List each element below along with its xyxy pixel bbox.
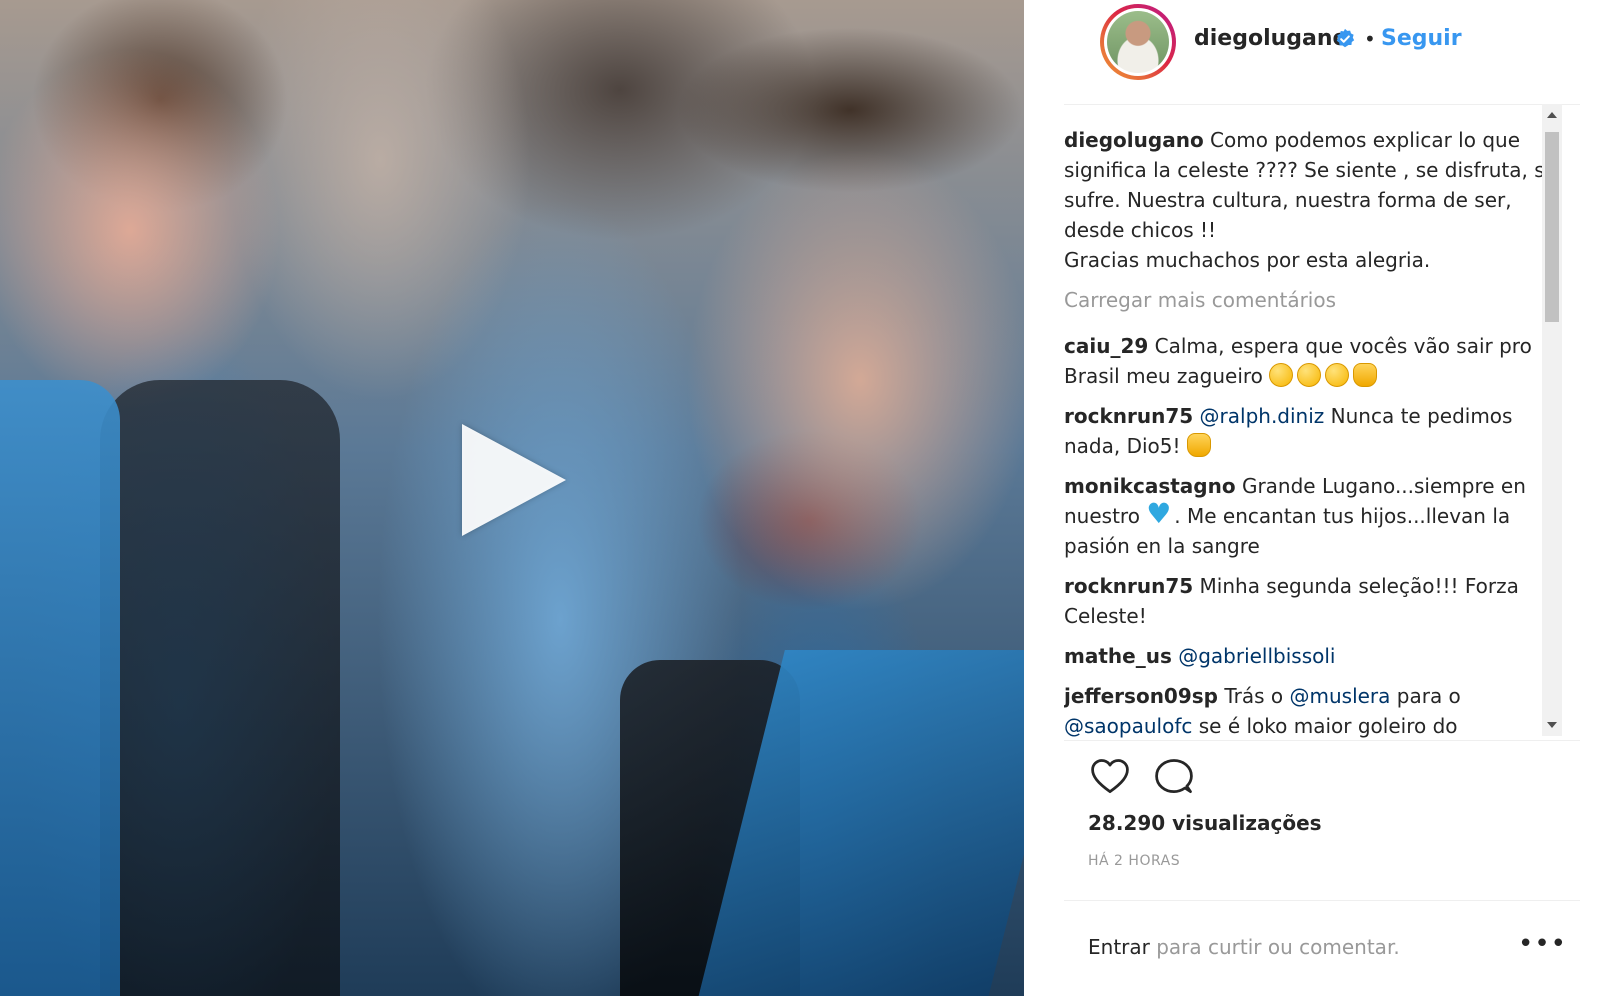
comment-item: mathe_us @gabriellbissoli xyxy=(1064,641,1564,671)
comment-author[interactable]: mathe_us xyxy=(1064,644,1172,668)
smile-emoji xyxy=(1297,363,1322,387)
smile-emoji xyxy=(1269,363,1294,387)
comment-mention[interactable]: @ralph.diniz xyxy=(1200,404,1325,428)
clap-emoji xyxy=(1353,363,1378,387)
comment-text-middle: para o xyxy=(1396,684,1461,708)
comment-author[interactable]: rocknrun75 xyxy=(1064,404,1193,428)
video-frame-detail xyxy=(0,380,120,996)
smile-emoji xyxy=(1325,363,1350,387)
video-player[interactable] xyxy=(0,0,1024,996)
comment-author[interactable]: jefferson09sp xyxy=(1064,684,1218,708)
login-link[interactable]: Entrar xyxy=(1088,935,1150,959)
comment-author[interactable]: rocknrun75 xyxy=(1064,574,1193,598)
more-options-icon[interactable]: ••• xyxy=(1518,931,1566,958)
post-caption: diegolugano Como podemos explicar lo que… xyxy=(1064,125,1564,275)
comments-list[interactable]: diegolugano Como podemos explicar lo que… xyxy=(1064,108,1564,740)
avatar-frame xyxy=(1104,8,1172,76)
post-timestamp[interactable]: HÁ 2 HORAS xyxy=(1088,853,1180,869)
comment-author[interactable]: monikcastagno xyxy=(1064,474,1236,498)
login-prompt-rest: para curtir ou comentar. xyxy=(1156,935,1400,959)
scroll-thumb[interactable] xyxy=(1545,132,1559,322)
comment-item: rocknrun75 Minha segunda seleção!!! Forz… xyxy=(1064,571,1564,631)
comment-item: monikcastagno Grande Lugano...siempre en… xyxy=(1064,471,1564,561)
follow-button[interactable]: Seguir xyxy=(1381,25,1462,53)
post-actions: 28.290 visualizações HÁ 2 HORAS xyxy=(1064,740,1580,901)
scroll-up-icon[interactable] xyxy=(1547,112,1557,118)
verified-badge-icon xyxy=(1336,28,1355,48)
fist-emoji xyxy=(1186,433,1211,457)
post-header: diegolugano • Seguir xyxy=(1064,0,1580,105)
login-prompt-text: Entrar para curtir ou comentar. xyxy=(1088,932,1400,962)
play-icon[interactable] xyxy=(462,424,566,536)
avatar[interactable] xyxy=(1100,4,1176,80)
comment-mention[interactable]: @muslera xyxy=(1289,684,1390,708)
comment-item: jefferson09sp Trás o @muslera para o @sa… xyxy=(1064,681,1564,740)
comment-item: rocknrun75 @ralph.diniz Nunca te pedimos… xyxy=(1064,401,1564,461)
comment-mention-second[interactable]: @saopaulofc xyxy=(1064,714,1192,738)
heart-icon[interactable] xyxy=(1088,755,1132,799)
comment-bubble-icon[interactable] xyxy=(1152,755,1196,799)
login-prompt: Entrar para curtir ou comentar. ••• xyxy=(1064,900,1580,997)
caption-text-line2: Gracias muchachos por esta alegria. xyxy=(1064,248,1431,272)
separator-dot: • xyxy=(1364,27,1376,51)
blue-heart-emoji xyxy=(1146,499,1171,529)
comment-text-end: se é loko maior goleiro do xyxy=(1198,714,1458,738)
comment-author[interactable]: caiu_29 xyxy=(1064,334,1148,358)
caption-author[interactable]: diegolugano xyxy=(1064,128,1204,152)
avatar-image xyxy=(1107,11,1169,73)
scroll-down-icon[interactable] xyxy=(1547,722,1557,728)
video-frame-detail xyxy=(100,380,340,996)
comment-item: caiu_29 Calma, espera que vocês vão sair… xyxy=(1064,331,1564,391)
load-more-comments-link[interactable]: Carregar mais comentários xyxy=(1064,285,1564,315)
post-side-panel: diegolugano • Seguir diegolugano Como po… xyxy=(1024,0,1600,996)
view-count: 28.290 visualizações xyxy=(1088,811,1322,835)
username-link[interactable]: diegolugano xyxy=(1194,25,1348,53)
comment-text: Trás o xyxy=(1224,684,1284,708)
comments-scrollbar[interactable] xyxy=(1542,104,1562,736)
comment-mention[interactable]: @gabriellbissoli xyxy=(1178,644,1335,668)
